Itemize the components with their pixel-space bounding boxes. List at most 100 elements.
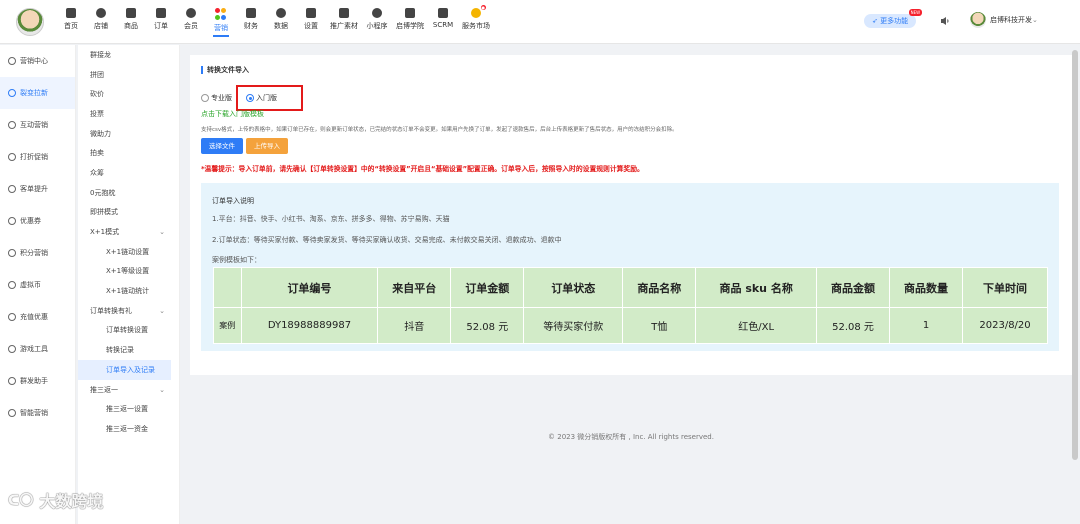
- sidebar-item[interactable]: 互动营销: [0, 109, 75, 141]
- submenu-item[interactable]: 转换记录: [78, 340, 179, 360]
- nav-label: 商品: [124, 22, 138, 30]
- table-header-row: 订单编号 来自平台 订单金额 订单状态 商品名称 商品 sku 名称 商品金额 商品数量 下单时…: [213, 267, 1048, 308]
- menu-icon: [8, 153, 16, 161]
- sidebar-item[interactable]: 群发助手: [0, 365, 75, 397]
- menu-icon: [8, 57, 16, 65]
- submenu-item[interactable]: 推三返一资金: [78, 419, 179, 439]
- brand-logo[interactable]: [16, 8, 44, 36]
- sidebar-item[interactable]: 智能营销: [0, 397, 75, 429]
- sidebar-item-label: 虚拟币: [20, 281, 41, 289]
- more-features-button[interactable]: ➶ 更多功能 NEW: [864, 9, 923, 28]
- submenu-item[interactable]: 众筹: [78, 163, 179, 183]
- radio-basic-edition[interactable]: 入门版: [246, 93, 277, 103]
- submenu-item-label: 众筹: [90, 168, 104, 177]
- nav-item-finance[interactable]: 财务: [240, 6, 262, 38]
- submenu-item[interactable]: 0元抱枕: [78, 183, 179, 203]
- table-cell: DY18988889987: [240, 307, 379, 344]
- table-cell: 等待买家付款: [523, 307, 624, 344]
- nav-item-market[interactable]: ● 服务市场: [462, 5, 490, 38]
- submenu-item[interactable]: 微助力: [78, 124, 179, 144]
- speaker-icon[interactable]: [940, 16, 950, 26]
- table-header-cell: 商品名称: [622, 267, 697, 308]
- upload-import-button[interactable]: 上传导入: [246, 138, 288, 154]
- nav-item-home[interactable]: 首页: [60, 6, 82, 38]
- nav-item-settings[interactable]: 设置: [300, 6, 322, 38]
- nav-item-marketing[interactable]: 营销: [210, 6, 232, 38]
- table-cell: 红色/XL: [695, 307, 817, 344]
- sidebar-item-label: 客单提升: [20, 185, 48, 193]
- submenu-item[interactable]: 推三返一设置: [78, 399, 179, 419]
- nav-item-goods[interactable]: 商品: [120, 6, 142, 38]
- submenu-item[interactable]: 砍价: [78, 84, 179, 104]
- nav-item-miniapp[interactable]: 小程序: [366, 6, 388, 38]
- submenu-item-label: 推三返一资金: [106, 424, 148, 433]
- table-header-cell: 订单状态: [523, 267, 624, 308]
- user-name: 启博科技开发: [990, 16, 1032, 24]
- nav-item-academy[interactable]: 启博学院: [396, 6, 424, 38]
- table-header-cell: [213, 267, 242, 308]
- nav-item-share[interactable]: 推广素材: [330, 6, 358, 38]
- table-cell: 抖音: [377, 307, 452, 344]
- example-table: 订单编号 来自平台 订单金额 订单状态 商品名称 商品 sku 名称 商品金额 商品数量 下单时…: [213, 267, 1048, 344]
- submenu-item[interactable]: 群接龙: [78, 45, 179, 65]
- scrollbar[interactable]: [1072, 50, 1078, 460]
- submenu-item-label: X+1链动统计: [106, 287, 150, 296]
- submenu-item[interactable]: 拼团: [78, 65, 179, 85]
- submenu-item[interactable]: 订单转换有礼 ⌄: [78, 301, 179, 321]
- sidebar-item[interactable]: 营销中心: [0, 45, 75, 77]
- menu-icon: [8, 377, 16, 385]
- table-cell: T恤: [622, 307, 697, 344]
- main-panel: 转换文件导入 专业版 入门版 点击下载入门版模板 支持csv格式，上传的表格中，…: [190, 55, 1072, 375]
- submenu-item[interactable]: 即拼模式: [78, 203, 179, 223]
- sidebar-item[interactable]: 打折促销: [0, 141, 75, 173]
- nav-item-scrm[interactable]: SCRM: [432, 6, 454, 38]
- submenu-item-label: 转换记录: [106, 346, 134, 355]
- submenu-item[interactable]: 投票: [78, 104, 179, 124]
- nav-label: 数据: [274, 22, 288, 30]
- nav-label: 设置: [304, 22, 318, 30]
- table-cell: 52.08 元: [450, 307, 525, 344]
- submenu-item-label: 微助力: [90, 129, 111, 138]
- submenu-item[interactable]: X+1链动统计: [78, 281, 179, 301]
- nav-label: 服务市场: [462, 22, 490, 30]
- user-menu[interactable]: 启博科技开发 ⌄: [970, 12, 1038, 28]
- submenu-item-label: 投票: [90, 109, 104, 118]
- nav-item-order[interactable]: 订单: [150, 6, 172, 38]
- sidebar-item[interactable]: 虚拟币: [0, 269, 75, 301]
- submenu-item[interactable]: 拍卖: [78, 143, 179, 163]
- nav-item-member[interactable]: 会员: [180, 6, 202, 38]
- menu-icon: [8, 409, 16, 417]
- table-header-cell: 下单时间: [962, 267, 1048, 308]
- top-navbar: 首页 店铺 商品 订单 会员 营销 财务 数据 设置 推广素材 小程序 启博学院 SCRM ● 服务市场 ➶…: [0, 0, 1080, 44]
- instructions-title: 订单导入说明: [212, 197, 254, 205]
- submenu-item[interactable]: X+1链动设置: [78, 242, 179, 262]
- menu-icon: [8, 345, 16, 353]
- menu-icon: [8, 185, 16, 193]
- download-template-link[interactable]: 点击下载入门版模板: [201, 109, 264, 119]
- nav-label: 启博学院: [396, 22, 424, 30]
- sidebar-item-label: 充值优惠: [20, 313, 48, 321]
- watermark: ᑕ〇 大数跨境: [8, 488, 103, 512]
- select-file-button[interactable]: 选择文件: [201, 138, 243, 154]
- sidebar-item[interactable]: 积分营销: [0, 237, 75, 269]
- submenu-item[interactable]: X+1模式 ⌄: [78, 222, 179, 242]
- submenu-item[interactable]: 订单转换设置: [78, 321, 179, 341]
- submenu-item[interactable]: 订单导入及记录: [78, 360, 171, 380]
- watermark-logo-icon: ᑕ〇: [8, 493, 34, 509]
- sidebar-item-label: 互动营销: [20, 121, 48, 129]
- sidebar-item[interactable]: 裂变拉新: [0, 77, 75, 109]
- sidebar-item[interactable]: 客单提升: [0, 173, 75, 205]
- submenu-item[interactable]: X+1等级设置: [78, 262, 179, 282]
- watermark-text: 大数跨境: [39, 492, 104, 511]
- sidebar-item[interactable]: 游戏工具: [0, 333, 75, 365]
- submenu-item[interactable]: 推三返一 ⌄: [78, 380, 179, 400]
- submenu-item-label: 拍卖: [90, 149, 104, 158]
- sidebar-item[interactable]: 充值优惠: [0, 301, 75, 333]
- nav-item-data[interactable]: 数据: [270, 6, 292, 38]
- sidebar-item-label: 积分营销: [20, 249, 48, 257]
- nav-item-store[interactable]: 店铺: [90, 6, 112, 38]
- scrm-icon: [438, 8, 448, 18]
- radio-pro-edition[interactable]: 专业版: [201, 93, 232, 103]
- nav-label: 财务: [244, 22, 258, 30]
- sidebar-item[interactable]: 优惠券: [0, 205, 75, 237]
